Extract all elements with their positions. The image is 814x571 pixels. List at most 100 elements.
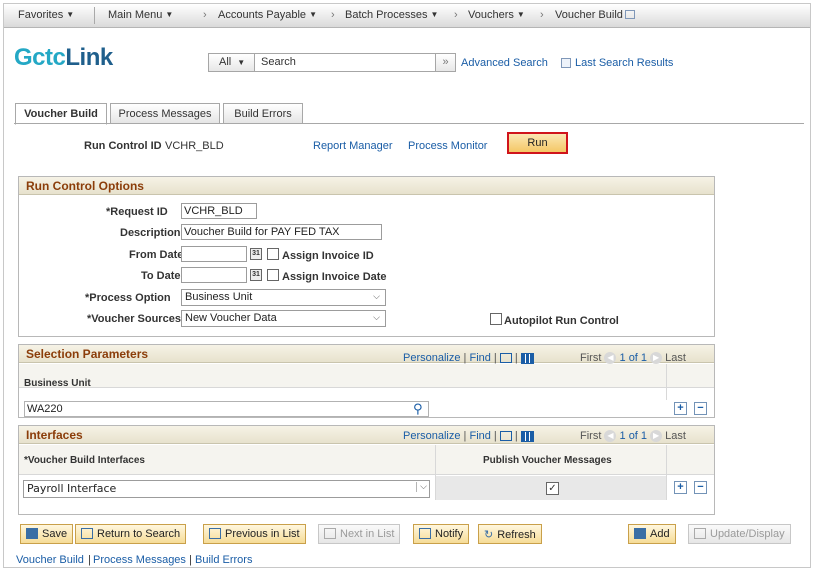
process-option-select[interactable]: Business Unit ⌵ (181, 289, 386, 306)
main-menu[interactable]: Main Menu ▼ (108, 9, 173, 21)
find-link[interactable]: Find (469, 430, 490, 442)
next-in-list-button[interactable]: Next in List (318, 524, 401, 544)
tab-build-errors[interactable]: Build Errors (223, 103, 303, 124)
nav-divider (94, 7, 95, 24)
previous-row-icon[interactable]: ◀ (604, 352, 617, 365)
report-manager-link[interactable]: Report Manager (313, 140, 393, 152)
chevron-down-icon: ▼ (165, 10, 174, 19)
from-date-field[interactable] (181, 246, 247, 262)
calendar-icon[interactable]: 31 (250, 248, 262, 260)
footer-build-errors-link[interactable]: Build Errors (195, 554, 252, 566)
delete-row-icon[interactable]: − (694, 481, 707, 494)
lookup-search-icon[interactable]: ⚲ (413, 401, 423, 417)
last-search-results-link[interactable]: Last Search Results (575, 57, 673, 69)
personalize-link[interactable]: Personalize (403, 430, 460, 442)
interfaces-grid-nav: Personalize | Find | | (403, 430, 534, 442)
row-count: 1 of 1 (619, 352, 648, 364)
next-row-icon[interactable]: ▶ (650, 352, 663, 365)
personalize-link[interactable]: Personalize (403, 352, 460, 364)
search-go-button[interactable]: » (435, 54, 455, 71)
previous-in-list-button[interactable]: Previous in List (203, 524, 306, 544)
run-control-id-label: Run Control ID (84, 140, 162, 152)
tab-process-messages[interactable]: Process Messages (110, 103, 220, 124)
to-date-field[interactable] (181, 267, 247, 283)
view-all-icon[interactable] (499, 353, 512, 364)
save-icon (26, 528, 38, 539)
request-id-field[interactable]: VCHR_BLD (181, 203, 257, 219)
refresh-icon: ↻ (484, 529, 494, 541)
calendar-icon[interactable]: 31 (250, 269, 262, 281)
add-icon (634, 528, 646, 539)
advanced-search-link[interactable]: Advanced Search (461, 57, 548, 69)
assign-invoice-id-checkbox[interactable] (267, 248, 279, 260)
breadcrumb-voucher-build[interactable]: Voucher Build (555, 9, 635, 21)
refresh-button[interactable]: ↻ Refresh (478, 524, 542, 544)
search-input[interactable]: Search (261, 56, 296, 68)
request-id-label: *Request ID (106, 206, 168, 218)
selection-parameters-header-row (19, 364, 714, 388)
breadcrumb-batch-processes[interactable]: Batch Processes ▼ (345, 9, 438, 21)
download-grid-icon[interactable] (520, 352, 534, 364)
search-scope-select[interactable]: All ▼ (209, 54, 255, 71)
publish-voucher-messages-checkbox[interactable]: ✓ (546, 482, 559, 495)
breadcrumb-vouchers[interactable]: Vouchers ▼ (468, 9, 525, 21)
new-window-icon (624, 10, 635, 19)
last-label: Last (665, 352, 686, 364)
tab-voucher-build[interactable]: Voucher Build (15, 103, 107, 125)
voucher-build-interface-select[interactable]: Payroll Interface ⌵ (23, 480, 430, 498)
chevron-down-icon: ⌵ (416, 482, 427, 492)
footer-voucher-build-link[interactable]: Voucher Build (16, 554, 84, 566)
autopilot-run-control-checkbox[interactable] (490, 313, 502, 325)
run-control-id-value: VCHR_BLD (165, 140, 224, 152)
grid-divider (666, 445, 667, 500)
add-row-icon[interactable]: + (674, 402, 687, 415)
first-label: First (580, 430, 602, 442)
top-nav-bar: Favorites ▼ Main Menu ▼ › Accounts Payable… (4, 4, 810, 28)
description-label: Description (120, 227, 181, 239)
footer-process-messages-link[interactable]: Process Messages (93, 554, 186, 566)
chevron-down-icon: ⌵ (373, 291, 380, 301)
view-all-icon[interactable] (499, 431, 512, 442)
publish-voucher-messages-column-header: Publish Voucher Messages (483, 455, 612, 466)
search-results-icon (561, 58, 571, 68)
assign-invoice-date-checkbox[interactable] (267, 269, 279, 281)
page-frame: Favorites ▼ Main Menu ▼ › Accounts Payable… (3, 3, 811, 568)
next-row-icon[interactable]: ▶ (650, 430, 663, 443)
breadcrumb-accounts-payable[interactable]: Accounts Payable ▼ (218, 9, 317, 21)
ctclink-logo: GctcLink (14, 44, 113, 71)
chevron-down-icon: ▼ (516, 10, 525, 19)
assign-invoice-id-label: Assign Invoice ID (282, 250, 374, 262)
business-unit-column-header: Business Unit (24, 378, 91, 389)
voucher-build-interfaces-column-header: *Voucher Build Interfaces (24, 455, 145, 466)
run-button[interactable]: Run (507, 132, 568, 154)
download-grid-icon[interactable] (520, 430, 534, 442)
update-display-button[interactable]: Update/Display (688, 524, 791, 544)
logo-mark-icon: G (14, 44, 33, 71)
save-button[interactable]: Save (20, 524, 74, 544)
chevron-down-icon: ⌵ (373, 312, 380, 322)
next-list-icon (324, 528, 336, 539)
favorites-menu[interactable]: Favorites ▼ (18, 9, 74, 21)
return-to-search-button[interactable]: Return to Search (75, 524, 187, 544)
process-monitor-link[interactable]: Process Monitor (408, 140, 487, 152)
find-link[interactable]: Find (469, 352, 490, 364)
previous-list-icon (209, 528, 221, 539)
tab-underline (14, 123, 804, 124)
previous-row-icon[interactable]: ◀ (604, 430, 617, 443)
interfaces-pager: First ◀ 1 of 1 ▶ Last (580, 430, 686, 443)
last-label: Last (665, 430, 686, 442)
add-button[interactable]: Add (628, 524, 676, 544)
description-field[interactable]: Voucher Build for PAY FED TAX (181, 224, 382, 240)
footer-separator: | (189, 554, 192, 566)
delete-row-icon[interactable]: − (694, 402, 707, 415)
add-row-icon[interactable]: + (674, 481, 687, 494)
chevron-down-icon: ▼ (66, 10, 75, 19)
notify-button[interactable]: Notify (413, 524, 470, 544)
to-date-label: To Date (141, 270, 181, 282)
voucher-sources-select[interactable]: New Voucher Data ⌵ (181, 310, 386, 327)
assign-invoice-date-label: Assign Invoice Date (282, 271, 387, 283)
autopilot-run-control-label: Autopilot Run Control (504, 315, 619, 327)
business-unit-field[interactable]: WA220 (24, 401, 429, 417)
footer-separator: | (88, 554, 91, 566)
chevron-down-icon: ▼ (237, 58, 246, 67)
